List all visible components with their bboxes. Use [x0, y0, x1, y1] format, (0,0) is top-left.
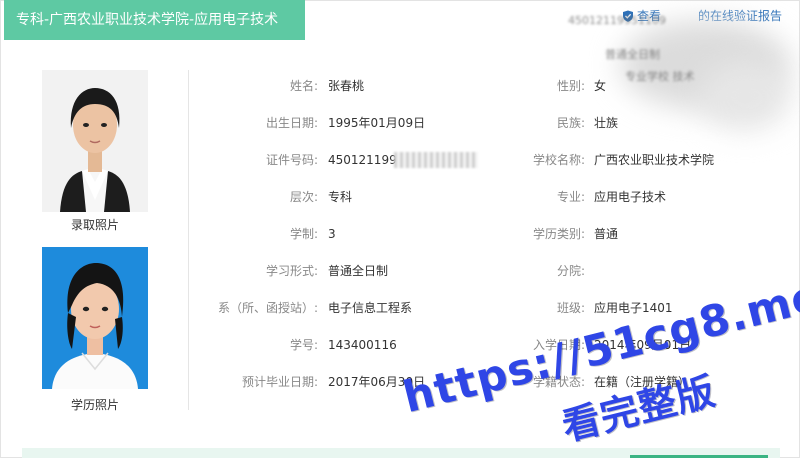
blur-text-2: 普通全日制: [605, 48, 660, 61]
field-grad-date-label: 预计毕业日期:: [241, 375, 318, 389]
field-student-id-label: 学号:: [289, 338, 318, 352]
field-name-label: 姓名:: [289, 79, 318, 93]
field-ethnicity-label: 民族:: [556, 116, 585, 130]
field-id-value: 450121199: [328, 153, 397, 167]
field-ethnicity-value: 壮族: [594, 116, 619, 130]
field-study-form-label: 学习形式:: [265, 264, 318, 278]
id-blur-mask: [394, 152, 478, 168]
field-school-value: 广西农业职业技术学院: [594, 153, 715, 167]
field-study-form-value: 普通全日制: [328, 264, 389, 278]
field-name-value: 张春桃: [328, 79, 365, 93]
field-birth: 出生日期: 1995年01月09日 民族: 壮族: [0, 113, 800, 133]
field-id: 证件号码: 450121199 学校名称: 广西农业职业技术学院: [0, 150, 800, 170]
field-birth-label: 出生日期:: [265, 116, 318, 130]
field-gender-label: 性别:: [556, 79, 585, 93]
field-department-label: 系（所、函授站）:: [217, 301, 318, 315]
field-branch-label: 分院:: [556, 264, 585, 278]
field-department-value: 电子信息工程系: [328, 301, 413, 315]
field-edu-type-value: 普通: [594, 227, 619, 241]
field-class-label: 班级:: [556, 301, 585, 315]
field-level: 层次: 专科 专业: 应用电子技术: [0, 187, 800, 207]
field-major-value: 应用电子技术: [594, 190, 667, 204]
field-birth-value: 1995年01月09日: [328, 116, 426, 130]
field-major-label: 专业:: [556, 190, 585, 204]
field-duration-value: 3: [328, 227, 336, 241]
field-gender-value: 女: [594, 79, 607, 93]
field-school-label: 学校名称:: [532, 153, 585, 167]
field-edu-type-label: 学历类别:: [532, 227, 585, 241]
field-duration-label: 学制:: [289, 227, 318, 241]
page-title-tab: 专科-广西农业职业技术学院-应用电子技术: [4, 0, 305, 40]
field-name: 姓名: 张春桃 性别: 女: [0, 76, 800, 96]
field-level-label: 层次:: [289, 190, 318, 204]
field-student-id-value: 143400116: [328, 338, 397, 352]
field-id-label: 证件号码:: [265, 153, 318, 167]
education-photo-label: 学历照片: [70, 398, 119, 412]
field-duration: 学制: 3 学历类别: 普通: [0, 224, 800, 244]
field-study-form: 学习形式: 普通全日制 分院:: [0, 261, 800, 281]
field-level-value: 专科: [328, 190, 353, 204]
blur-text-1: 45012119951109: [568, 14, 666, 27]
